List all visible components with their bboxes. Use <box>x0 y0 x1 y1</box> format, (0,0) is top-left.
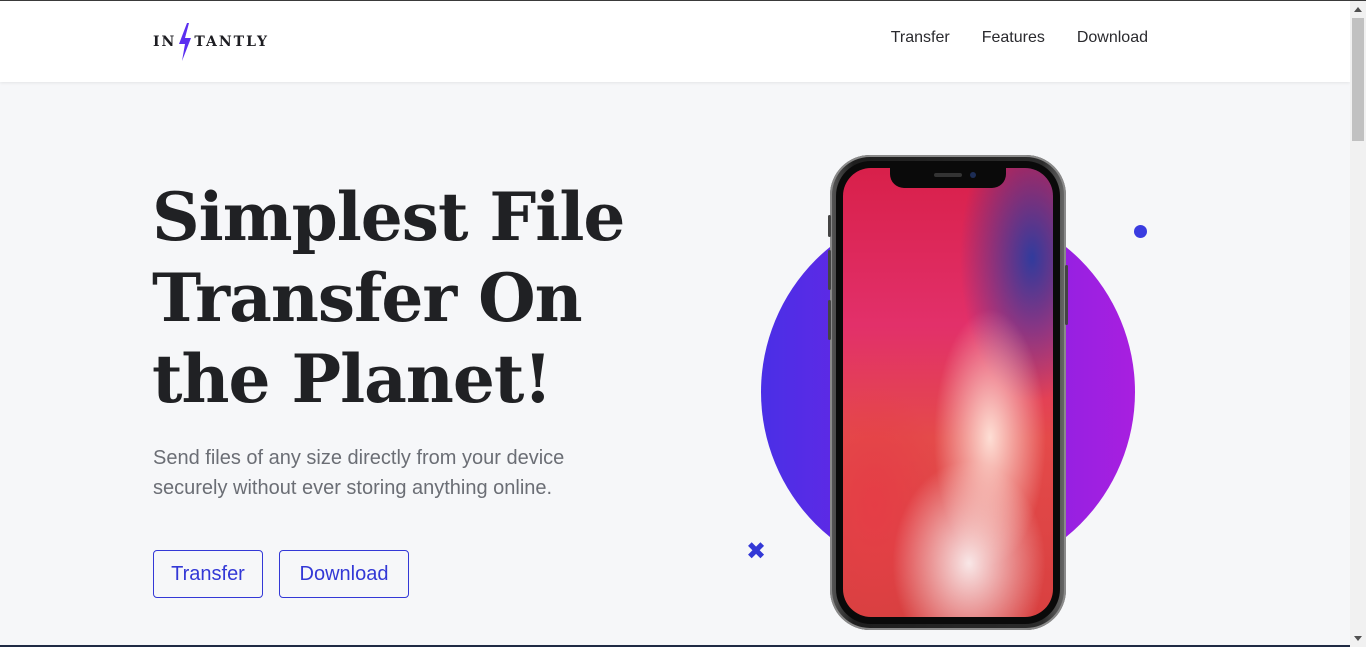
decorative-cross-icon: ✖ <box>745 537 767 565</box>
phone-volume-down <box>828 300 831 340</box>
headline-line-2: Transfer On <box>152 259 583 337</box>
nav-link-transfer[interactable]: Transfer <box>891 29 950 47</box>
vertical-scrollbar[interactable] <box>1350 1 1366 647</box>
site-header: IN TANTLY Transfer Features Download <box>0 1 1350 82</box>
hero-headline: Simplest File Transfer On the Planet! <box>152 177 672 420</box>
phone-mute-switch <box>828 215 831 237</box>
subtext-line-1: Send files of any size directly from you… <box>153 447 565 469</box>
scrollbar-thumb[interactable] <box>1352 18 1364 141</box>
phone-volume-up <box>828 250 831 290</box>
download-button[interactable]: Download <box>279 550 409 598</box>
nav-link-download[interactable]: Download <box>1077 29 1148 47</box>
nav-link-features[interactable]: Features <box>982 29 1045 47</box>
logo[interactable]: IN TANTLY <box>153 22 269 62</box>
phone-notch <box>890 168 1006 188</box>
logo-text-left: IN <box>153 34 177 50</box>
phone-power-button <box>1065 265 1068 325</box>
lightning-bolt-icon <box>179 23 192 61</box>
headline-line-1: Simplest File <box>152 178 625 256</box>
scroll-up-arrow-icon[interactable] <box>1354 7 1362 12</box>
phone-screen-wallpaper <box>843 168 1053 617</box>
phone-speaker <box>934 173 962 177</box>
scroll-down-arrow-icon[interactable] <box>1354 636 1362 641</box>
logo-text-right: TANTLY <box>194 34 270 50</box>
transfer-button[interactable]: Transfer <box>153 550 263 598</box>
phone-camera-icon <box>970 172 976 178</box>
phone-mockup <box>828 155 1068 630</box>
decorative-dot <box>1134 225 1147 238</box>
hero-subtext: Send files of any size directly from you… <box>153 443 613 503</box>
headline-line-3: the Planet! <box>152 340 552 418</box>
subtext-line-2: securely without ever storing anything o… <box>153 477 553 499</box>
page: IN TANTLY Transfer Features Download Sim… <box>0 1 1350 647</box>
main-nav: Transfer Features Download <box>891 29 1148 47</box>
